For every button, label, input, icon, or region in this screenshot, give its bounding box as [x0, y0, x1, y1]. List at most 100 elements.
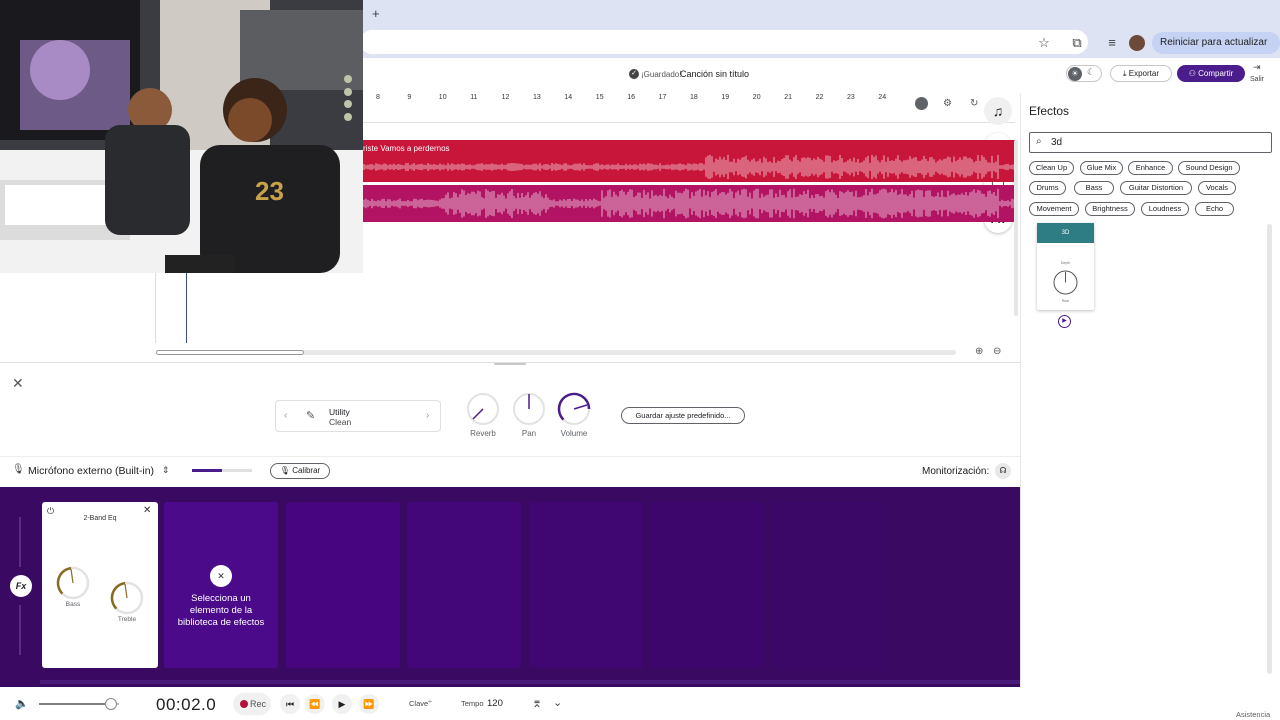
new-tab-button[interactable]: + — [372, 6, 380, 21]
settings-gear-icon[interactable]: ⚙ — [943, 98, 952, 109]
calibrate-button[interactable]: 🎙 Calibrar — [270, 463, 330, 479]
song-title[interactable]: Canción sin título — [680, 69, 749, 79]
chip-enhance[interactable]: Enhance — [1128, 161, 1173, 175]
chip-bass[interactable]: Bass — [1074, 181, 1114, 195]
effect-card-3d[interactable]: 3D Depth Rear — [1037, 223, 1094, 310]
fx-slot-empty[interactable] — [286, 502, 400, 668]
ruler-tick-label: 24 — [878, 94, 887, 101]
reverb-knob[interactable] — [466, 392, 500, 426]
download-icon: ⤓ — [1122, 69, 1127, 78]
exit-icon[interactable]: ⇥ — [1253, 62, 1261, 73]
share-people-icon: ⚇ — [1188, 69, 1196, 78]
webcam-dot-4[interactable] — [344, 113, 352, 121]
profile-avatar[interactable] — [1129, 35, 1145, 51]
ruler-tick-label: 14 — [564, 94, 573, 101]
mic-icon: 🎙 — [12, 464, 25, 475]
tempo-label: Tempo — [461, 699, 484, 708]
chip-brightness[interactable]: Brightness — [1085, 202, 1135, 216]
preset-selector[interactable]: ‹ ✎ Utility Clean › — [275, 400, 441, 432]
chevron-down-icon[interactable]: ⌄ — [553, 696, 562, 709]
export-button[interactable]: ⤓ Exportar — [1110, 65, 1172, 82]
assistance-label[interactable]: Asistencia — [1236, 710, 1270, 719]
master-volume-thumb[interactable] — [105, 698, 117, 710]
timeline-vertical-scrollbar[interactable] — [1014, 140, 1018, 316]
preset-prev-icon[interactable]: ‹ — [284, 410, 287, 421]
play-icon[interactable]: ▶ — [332, 694, 352, 714]
address-bar[interactable] — [360, 30, 1088, 54]
fx-slot-selected[interactable]: ✕ Selecciona un elemento de la bibliotec… — [164, 502, 278, 668]
skip-to-start-icon[interactable]: ⏮ — [280, 694, 300, 714]
effects-search-input[interactable]: ⌕ 3d — [1029, 132, 1272, 153]
chip-sound-design[interactable]: Sound Design — [1178, 161, 1240, 175]
rewind-icon[interactable]: ⏪ — [305, 694, 325, 714]
exit-label[interactable]: Salir — [1250, 76, 1264, 83]
audio-region-2[interactable] — [360, 185, 1015, 222]
headphones-monitor-icon[interactable]: ☊ — [995, 463, 1011, 479]
playhead[interactable] — [186, 273, 187, 343]
chip-glue-mix[interactable]: Glue Mix — [1080, 161, 1123, 175]
metronome-icon[interactable]: ⌆ — [532, 696, 542, 710]
music-note-icon[interactable]: ♫ — [984, 97, 1012, 125]
bass-knob[interactable] — [55, 565, 91, 601]
key-dropdown-icon[interactable]: ÷ — [428, 699, 432, 706]
theme-toggle[interactable]: ☀ ☾ — [1066, 65, 1102, 82]
eq-effect-card[interactable]: ⏻ ✕ 2-Band Eq Bass Treble — [42, 502, 158, 668]
rack-scrollbar[interactable] — [40, 680, 1020, 684]
chip-clean-up[interactable]: Clean Up — [1029, 161, 1074, 175]
ruler-tick-label: 15 — [595, 94, 604, 101]
fx-slot-empty[interactable] — [771, 502, 885, 668]
chip-loudness[interactable]: Loudness — [1141, 202, 1189, 216]
audio-region-1[interactable]: riste Vamos a perdernos — [360, 140, 1015, 182]
moon-icon: ☾ — [1087, 67, 1096, 77]
chip-vocals[interactable]: Vocals — [1198, 181, 1236, 195]
ruler-divider — [363, 122, 1015, 123]
reading-list-icon[interactable]: ≡ — [1104, 35, 1120, 51]
install-app-icon[interactable]: ⧉ — [1069, 35, 1085, 51]
chip-guitar-distortion[interactable]: Guitar Distortion — [1120, 181, 1192, 195]
preset-next-icon[interactable]: › — [426, 410, 429, 421]
fx-slot-empty[interactable] — [407, 502, 521, 668]
record-button[interactable]: Rec — [233, 693, 271, 715]
zoom-out-icon[interactable]: ⊖ — [993, 346, 1001, 357]
horizontal-scrollbar[interactable] — [156, 350, 956, 355]
chip-echo[interactable]: Echo — [1195, 202, 1234, 216]
input-level-fill — [192, 469, 222, 472]
master-volume-slider[interactable] — [39, 698, 119, 710]
empty-slot-message: Selecciona un elemento de la biblioteca … — [177, 593, 265, 628]
volume-knob[interactable] — [557, 392, 591, 426]
save-preset-button[interactable]: Guardar ajuste predefinido... — [621, 407, 745, 424]
search-icon: ⌕ — [1036, 136, 1042, 147]
metronome-ruler-icon[interactable] — [915, 97, 928, 110]
webcam-dot-3[interactable] — [344, 100, 352, 108]
close-panel-icon[interactable]: ✕ — [12, 375, 24, 392]
ruler-tick-label: 18 — [690, 94, 698, 101]
webcam-dot-1[interactable] — [344, 75, 352, 83]
effect-card-knob — [1053, 270, 1078, 295]
key-label[interactable]: Clave — [409, 699, 428, 708]
relaunch-button[interactable]: Reiniciar para actualizar ⋮ — [1152, 32, 1280, 70]
fast-forward-icon[interactable]: ⏩ — [359, 694, 379, 714]
mic-select[interactable]: Micrófono externo (Built-in) — [28, 465, 154, 477]
preview-play-icon[interactable]: ▶ — [1058, 315, 1071, 328]
chip-movement[interactable]: Movement — [1029, 202, 1079, 216]
effects-scrollbar[interactable] — [1267, 224, 1272, 674]
zoom-in-icon[interactable]: ⊕ — [975, 346, 983, 357]
close-slot-icon[interactable]: ✕ — [210, 565, 232, 587]
webcam-controls[interactable] — [343, 75, 353, 123]
resize-handle[interactable] — [494, 363, 526, 365]
fx-slot-empty[interactable] — [650, 502, 764, 668]
fx-slot-empty[interactable] — [529, 502, 643, 668]
webcam-dot-2[interactable] — [344, 88, 352, 96]
tempo-value[interactable]: 120 — [487, 698, 503, 709]
share-button[interactable]: ⚇ Compartir — [1177, 65, 1245, 82]
chip-drums[interactable]: Drums — [1029, 181, 1066, 195]
mic-dropdown-icon[interactable]: ⇕ — [162, 465, 170, 476]
fx-rack-toggle[interactable]: Fx — [10, 575, 32, 597]
treble-label: Treble — [117, 616, 137, 623]
speaker-icon[interactable]: 🔈 — [15, 697, 29, 710]
pan-knob[interactable] — [512, 392, 546, 426]
treble-knob[interactable] — [109, 580, 145, 616]
loop-icon[interactable]: ↻ — [970, 98, 978, 109]
scrollbar-thumb[interactable] — [156, 350, 304, 355]
bookmark-star-icon[interactable]: ☆ — [1036, 35, 1052, 51]
